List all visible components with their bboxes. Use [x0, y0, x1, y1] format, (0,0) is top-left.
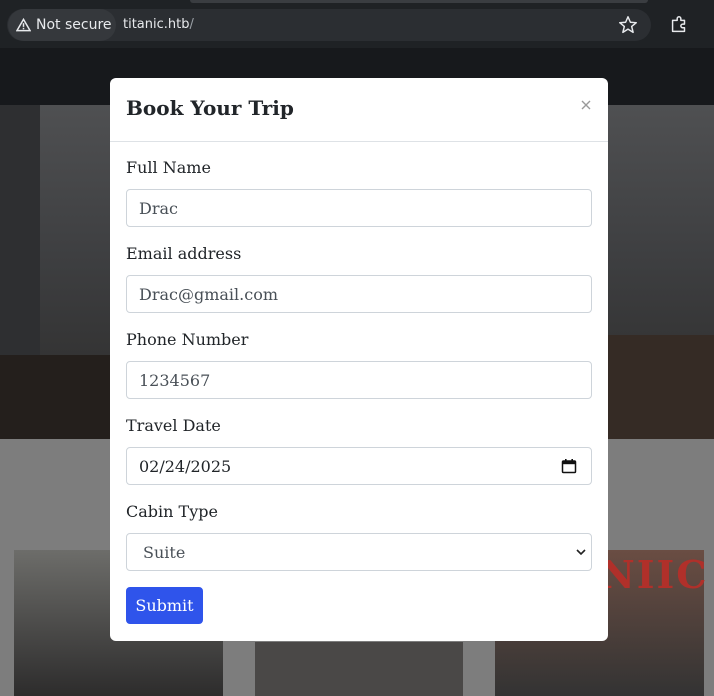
modal-header: Book Your Trip: [110, 78, 608, 142]
travel-date-label: Travel Date: [126, 416, 221, 435]
travel-date-value: 02/24/2025: [139, 457, 232, 476]
cabin-type-label: Cabin Type: [126, 502, 218, 521]
cabin-type-value: Suite: [143, 543, 186, 562]
ship-shape-right: [608, 335, 714, 439]
booking-modal: Book Your Trip Full Name Email address P…: [110, 78, 608, 641]
modal-title: Book Your Trip: [126, 96, 294, 120]
star-icon[interactable]: [617, 14, 639, 36]
phone-input[interactable]: [126, 361, 592, 399]
travel-date-input[interactable]: 02/24/2025: [126, 447, 592, 485]
warning-icon: [16, 18, 31, 32]
calendar-icon[interactable]: [561, 458, 577, 474]
phone-label: Phone Number: [126, 330, 249, 349]
ship-shape: [0, 355, 110, 439]
full-name-input[interactable]: [126, 189, 592, 227]
security-chip[interactable]: Not secure: [8, 9, 116, 41]
browser-toolbar: Not secure titanic.htb/: [0, 0, 714, 48]
chevron-down-icon: [576, 549, 586, 556]
close-icon[interactable]: [578, 97, 594, 113]
email-input[interactable]: [126, 275, 592, 313]
email-label: Email address: [126, 244, 242, 263]
cabin-type-select[interactable]: Suite: [126, 533, 592, 571]
poster-text: NIIC: [600, 552, 709, 597]
url-text[interactable]: titanic.htb/: [123, 9, 194, 41]
full-name-label: Full Name: [126, 158, 211, 177]
extensions-icon[interactable]: [668, 14, 690, 36]
submit-button[interactable]: Submit: [126, 587, 203, 624]
url-path: /: [189, 17, 194, 32]
gallery-card-dining: [255, 642, 463, 696]
active-tab-indicator: [190, 0, 648, 3]
security-label: Not secure: [36, 17, 112, 33]
url-host: titanic.htb: [123, 17, 190, 32]
